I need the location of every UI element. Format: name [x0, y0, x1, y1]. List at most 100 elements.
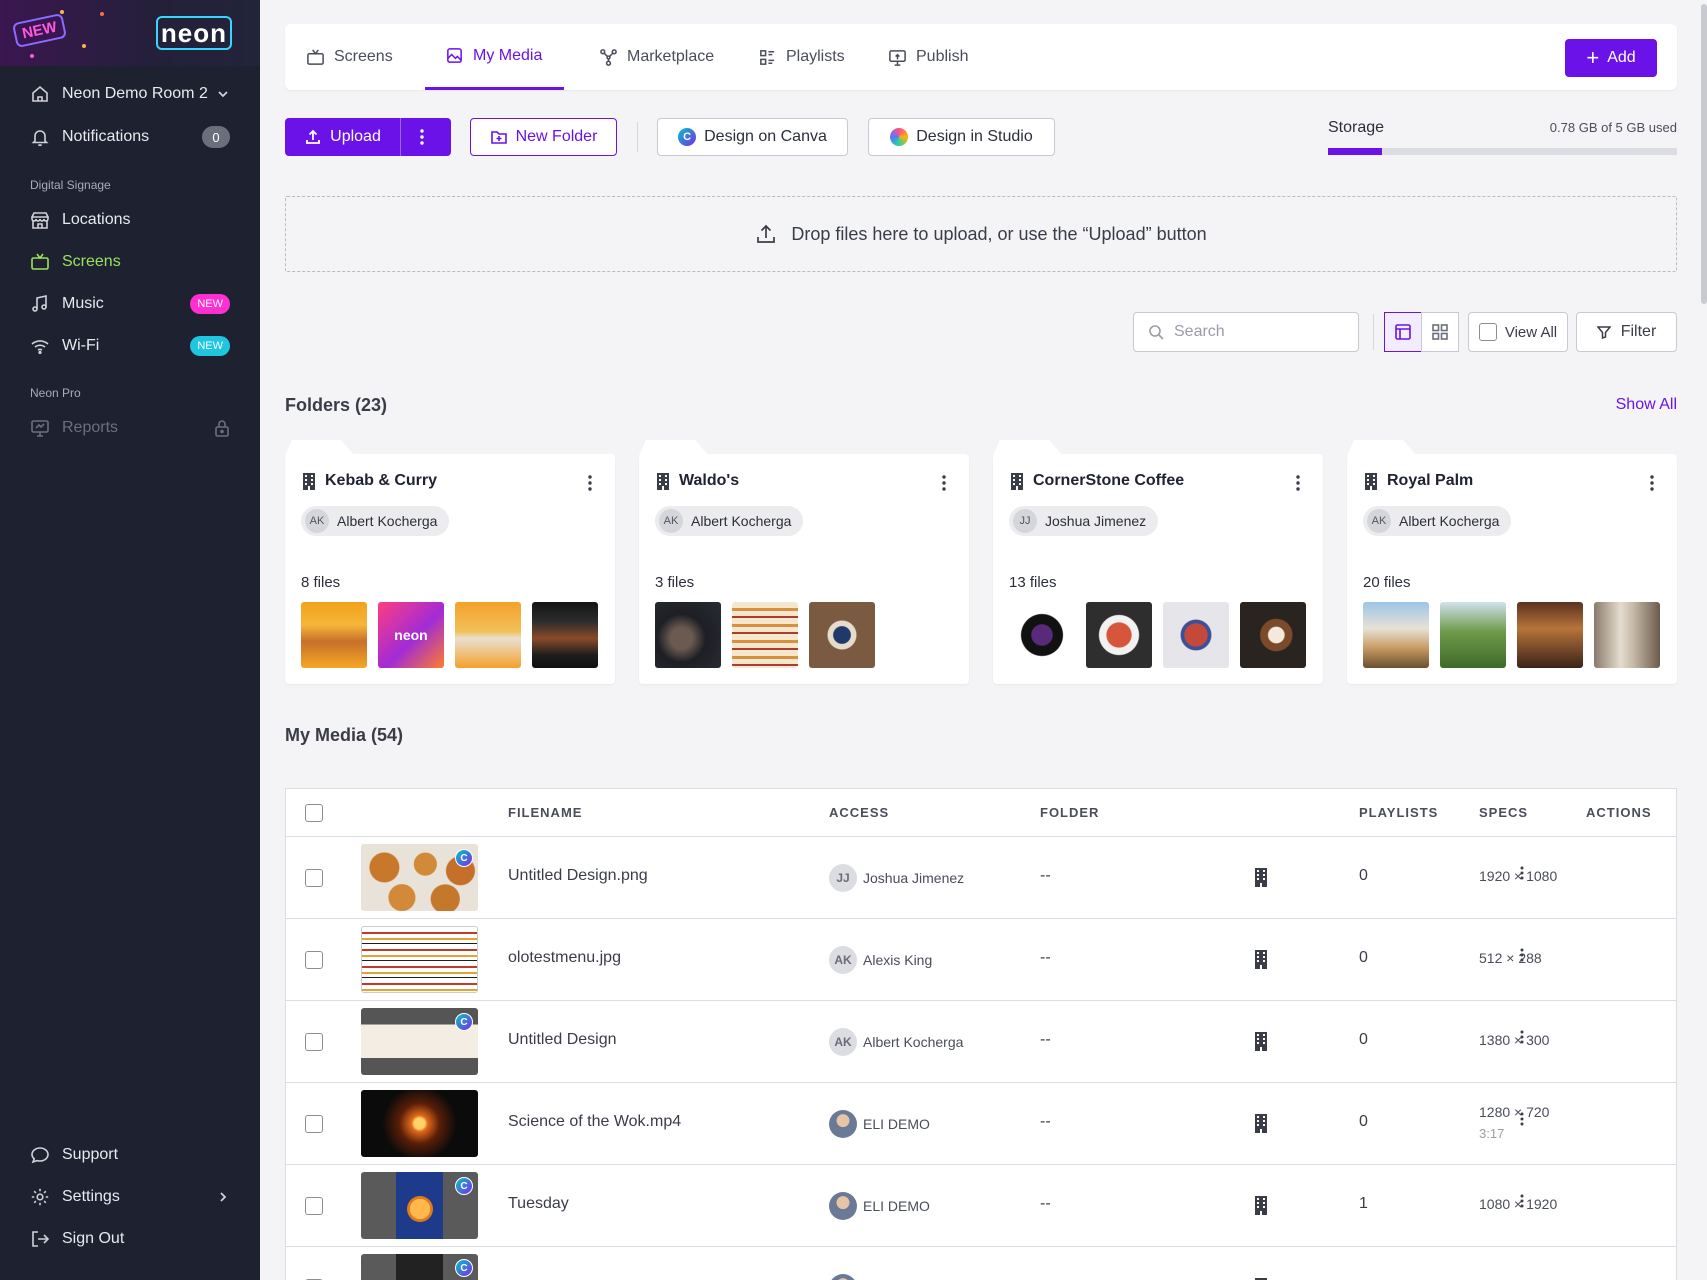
music-note-icon	[30, 294, 50, 314]
avatar: AK	[659, 509, 683, 533]
tab-publish[interactable]: Publish	[888, 24, 968, 90]
row-checkbox[interactable]	[305, 869, 323, 887]
design-on-canva-button[interactable]: C Design on Canva	[657, 118, 848, 156]
column-access[interactable]: ACCESS	[829, 805, 889, 820]
folder-card[interactable]: CornerStone Coffee JJ Joshua Jimenez 13 f…	[993, 440, 1323, 684]
vertical-dots-icon	[1520, 948, 1524, 962]
filename[interactable]: olotestmenu.jpg	[508, 949, 621, 967]
filename[interactable]: Science of the Wok.mp4	[508, 1113, 681, 1131]
view-all-toggle[interactable]: View All	[1468, 312, 1568, 352]
canva-icon: C	[678, 128, 697, 146]
owner-name: Albert Kocherga	[691, 513, 792, 529]
tab-my-media[interactable]: My Media	[425, 24, 564, 90]
media-thumbnail[interactable]: C	[361, 1172, 478, 1239]
media-thumbnail[interactable]	[361, 1090, 478, 1157]
vertical-dots-icon	[1296, 475, 1300, 491]
media-thumbnail[interactable]: C	[361, 1254, 478, 1280]
folder-value: --	[1040, 1113, 1051, 1130]
thumbnail-image	[655, 602, 721, 668]
filter-icon	[1596, 326, 1611, 339]
search-field[interactable]	[1133, 312, 1359, 352]
column-filename[interactable]: FILENAME	[508, 805, 582, 820]
column-specs[interactable]: SPECS	[1479, 805, 1528, 820]
owner-chip: AK Albert Kocherga	[301, 506, 450, 536]
avatar: JJ	[1013, 509, 1037, 533]
tab-my-media-label: My Media	[473, 46, 543, 64]
avatar	[829, 1192, 857, 1220]
folders-title: Folders (23)	[285, 395, 388, 415]
row-actions-button[interactable]	[1519, 1029, 1525, 1045]
folder-menu-button[interactable]	[587, 474, 593, 492]
thumbnail-image	[809, 602, 875, 668]
sidebar-item-screens[interactable]: Screens	[30, 245, 230, 279]
add-button[interactable]: + Add	[1565, 39, 1657, 77]
table-row[interactable]: C Untitled Design AK Albert Kocherga -- 0…	[286, 1001, 1676, 1083]
media-thumbnail[interactable]: C	[361, 1008, 478, 1075]
media-thumbnail[interactable]	[361, 926, 478, 993]
folder-name-text: Kebab & Curry	[325, 472, 438, 489]
room-selector[interactable]: Neon Demo Room 2	[30, 77, 230, 111]
row-actions-button[interactable]	[1519, 1193, 1525, 1209]
sidebar-item-notifications[interactable]: Notifications 0	[30, 120, 230, 154]
avatar: AK	[829, 1028, 857, 1056]
new-folder-button[interactable]: New Folder	[470, 118, 617, 156]
sidebar-item-wifi[interactable]: Wi-Fi NEW	[30, 329, 230, 363]
sidebar-item-music[interactable]: Music NEW	[30, 287, 230, 321]
row-actions-button[interactable]	[1519, 865, 1525, 881]
row-actions-button[interactable]	[1519, 947, 1525, 963]
upload-label: Upload	[330, 128, 381, 145]
sidebar-item-reports[interactable]: Reports	[30, 411, 230, 445]
tab-playlists[interactable]: Playlists	[758, 24, 845, 90]
vertical-dots-icon	[1520, 866, 1524, 880]
column-playlists[interactable]: PLAYLISTS	[1359, 805, 1438, 820]
folder-thumbnails	[1363, 602, 1660, 668]
tab-screens[interactable]: Screens	[306, 24, 393, 90]
table-row[interactable]: olotestmenu.jpg AK Alexis King -- 0 512 ×…	[286, 919, 1676, 1001]
row-checkbox[interactable]	[305, 951, 323, 969]
table-row[interactable]: C	[286, 1247, 1676, 1280]
show-all-link[interactable]: Show All	[1616, 396, 1677, 414]
folder-menu-button[interactable]	[941, 474, 947, 492]
canva-badge-icon: C	[455, 1259, 473, 1277]
logo-banner[interactable]: NEW neon	[0, 0, 260, 66]
media-thumbnail[interactable]: C	[361, 844, 478, 911]
search-icon	[1149, 325, 1164, 340]
table-row[interactable]: C Untitled Design.png JJ Joshua Jimenez -…	[286, 837, 1676, 919]
row-actions-button[interactable]	[1519, 1111, 1525, 1127]
tv-icon	[30, 252, 50, 272]
row-checkbox[interactable]	[305, 1033, 323, 1051]
table-row[interactable]: C Tuesday ELI DEMO -- 1 1080 × 1920	[286, 1165, 1676, 1247]
design-in-studio-button[interactable]: Design in Studio	[868, 118, 1055, 156]
filename[interactable]: Tuesday	[508, 1195, 569, 1213]
row-checkbox[interactable]	[305, 1115, 323, 1133]
upload-more-button[interactable]	[401, 118, 451, 156]
row-checkbox[interactable]	[305, 1197, 323, 1215]
folder-card[interactable]: Royal Palm AK Albert Kocherga 20 files	[1347, 440, 1677, 684]
sidebar-item-signout[interactable]: Sign Out	[30, 1222, 230, 1256]
select-all-checkbox[interactable]	[305, 804, 323, 822]
grid-view-button[interactable]	[1421, 312, 1459, 352]
file-count: 13 files	[1009, 574, 1057, 591]
folder-card[interactable]: Kebab & Curry AK Albert Kocherga 8 files …	[285, 440, 615, 684]
sidebar-item-settings[interactable]: Settings	[30, 1180, 230, 1214]
folder-menu-button[interactable]	[1649, 474, 1655, 492]
filename[interactable]: Untitled Design	[508, 1031, 617, 1049]
filename[interactable]: Untitled Design.png	[508, 867, 648, 885]
screens-label: Screens	[62, 253, 121, 270]
folder-card[interactable]: Waldo's AK Albert Kocherga 3 files	[639, 440, 969, 684]
column-folder[interactable]: FOLDER	[1040, 805, 1099, 820]
filter-button[interactable]: Filter	[1576, 312, 1677, 352]
upload-icon	[757, 224, 776, 243]
upload-button[interactable]: Upload	[285, 118, 401, 156]
search-input[interactable]	[1174, 323, 1344, 341]
gear-icon	[30, 1187, 50, 1207]
upload-dropzone[interactable]: Drop files here to upload, or use the “U…	[285, 196, 1677, 272]
sidebar-item-support[interactable]: Support	[30, 1138, 230, 1172]
view-all-checkbox[interactable]	[1478, 323, 1497, 341]
sidebar-item-locations[interactable]: Locations	[30, 203, 230, 237]
folder-menu-button[interactable]	[1295, 474, 1301, 492]
table-view-button[interactable]	[1384, 312, 1422, 352]
page-scrollbar[interactable]	[1701, 4, 1707, 304]
table-row[interactable]: Science of the Wok.mp4 ELI DEMO -- 0 128…	[286, 1083, 1676, 1165]
tab-marketplace[interactable]: Marketplace	[599, 24, 714, 90]
